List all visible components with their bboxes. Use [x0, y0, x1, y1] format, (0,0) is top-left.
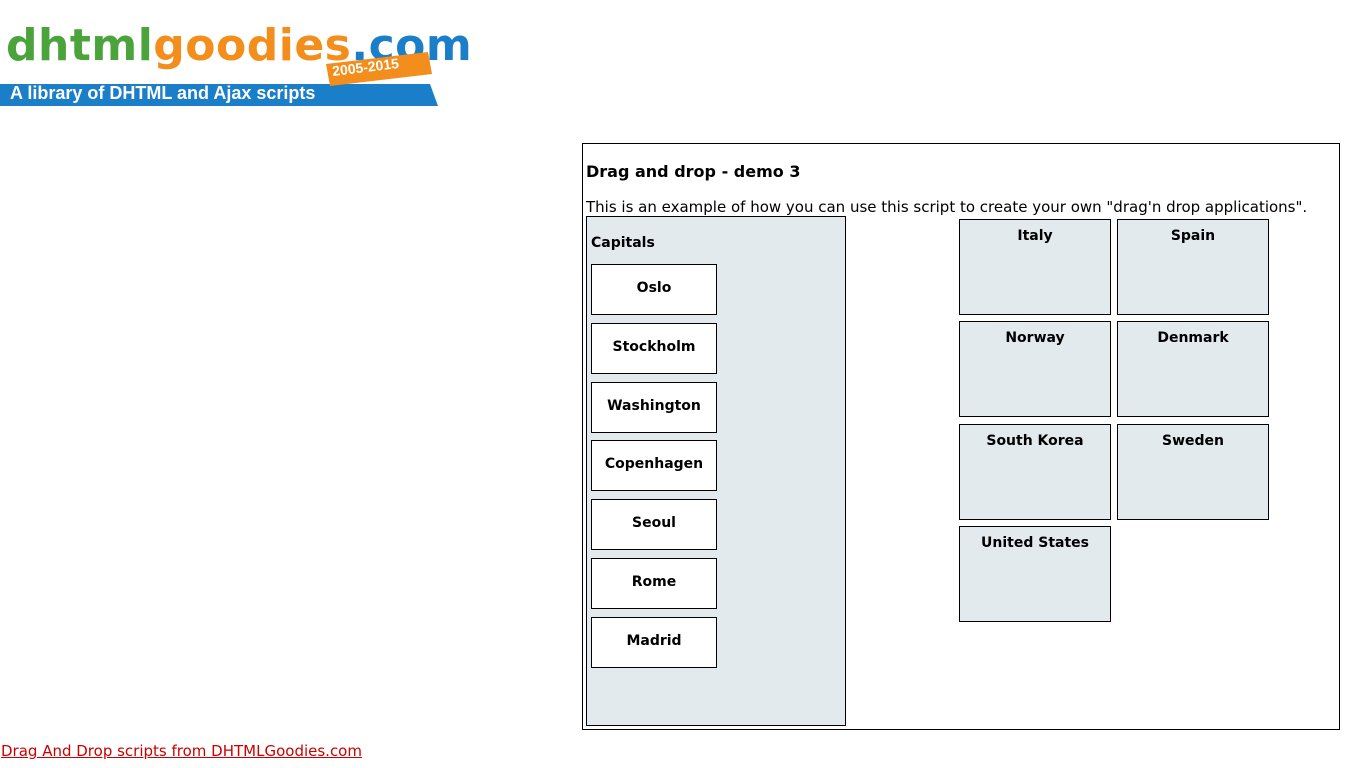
footer-dhtmlgoodies-link[interactable]: Drag And Drop scripts from DHTMLGoodies.… — [1, 742, 362, 760]
country-dropzone-norway[interactable]: Norway — [959, 321, 1111, 417]
capitals-panel[interactable]: Capitals Oslo Stockholm Washington Copen… — [586, 216, 846, 726]
site-logo[interactable]: dhtmlgoodies.com 2005-2015 A library of … — [0, 20, 472, 108]
country-dropzone-south-korea[interactable]: South Korea — [959, 424, 1111, 520]
country-dropzone-spain[interactable]: Spain — [1117, 219, 1269, 315]
capital-madrid[interactable]: Madrid — [591, 617, 717, 668]
country-dropzone-united-states[interactable]: United States — [959, 526, 1111, 622]
demo-title: Drag and drop - demo 3 — [586, 162, 801, 181]
country-dropzone-denmark[interactable]: Denmark — [1117, 321, 1269, 417]
capitals-label: Capitals — [591, 235, 655, 251]
capital-oslo[interactable]: Oslo — [591, 264, 717, 315]
country-dropzone-italy[interactable]: Italy — [959, 219, 1111, 315]
capital-rome[interactable]: Rome — [591, 558, 717, 609]
capital-seoul[interactable]: Seoul — [591, 499, 717, 550]
country-dropzone-sweden[interactable]: Sweden — [1117, 424, 1269, 520]
demo-container: Drag and drop - demo 3 This is an exampl… — [582, 143, 1340, 730]
logo-word-dhtml: dhtml — [6, 20, 154, 71]
capital-washington[interactable]: Washington — [591, 382, 717, 433]
logo-tagline: A library of DHTML and Ajax scripts — [10, 83, 316, 103]
capital-stockholm[interactable]: Stockholm — [591, 323, 717, 374]
demo-description: This is an example of how you can use th… — [586, 198, 1308, 216]
capital-copenhagen[interactable]: Copenhagen — [591, 440, 717, 491]
